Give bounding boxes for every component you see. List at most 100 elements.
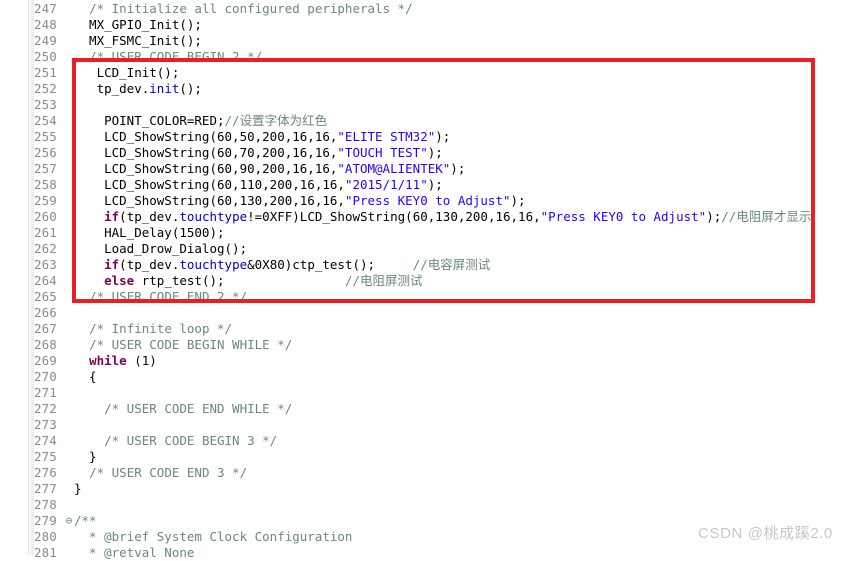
code-line-text: /* USER CODE END WHILE */ <box>74 401 292 417</box>
code-line[interactable]: 269 while (1) <box>0 353 847 369</box>
code-line[interactable]: 281 * @retval None <box>0 545 847 561</box>
code-line[interactable]: 275 } <box>0 449 847 465</box>
code-line-text: /* Initialize all configured peripherals… <box>74 1 413 17</box>
code-line-text: POINT_COLOR=RED;//设置字体为红色 <box>74 113 327 129</box>
line-number: 262 <box>34 241 57 256</box>
line-number: 261 <box>34 225 57 240</box>
code-token-cmt: /* USER CODE END 2 */ <box>89 289 248 304</box>
code-line[interactable]: 277} <box>0 481 847 497</box>
code-token-pln <box>74 401 104 416</box>
code-line-text: * @retval None <box>74 545 194 561</box>
code-token-pln: tp_dev. <box>74 81 150 96</box>
code-line[interactable]: 261 HAL_Delay(1500); <box>0 225 847 241</box>
code-line-text: else rtp_test(); //电阻屏测试 <box>74 273 422 289</box>
code-line[interactable]: 264 else rtp_test(); //电阻屏测试 <box>0 273 847 289</box>
code-token-fld: touchtype <box>179 257 248 272</box>
code-token-cmt: /* USER CODE BEGIN 3 */ <box>104 433 278 448</box>
code-token-pln <box>74 49 89 64</box>
code-line[interactable]: 249 MX_FSMC_Init(); <box>0 33 847 49</box>
code-token-pln <box>74 337 89 352</box>
line-number: 251 <box>34 65 57 80</box>
code-token-cmt: /* USER CODE BEGIN 2 */ <box>89 49 263 64</box>
code-line[interactable]: 257 LCD_ShowString(60,90,200,16,16,"ATOM… <box>0 161 847 177</box>
line-number: 270 <box>34 369 57 384</box>
line-number: 274 <box>34 433 57 448</box>
code-line-text: { <box>74 369 97 385</box>
code-line[interactable]: 258 LCD_ShowString(60,110,200,16,16,"201… <box>0 177 847 193</box>
code-token-pln: LCD_ShowString(60,90,200,16,16, <box>74 161 338 176</box>
code-token-str: "ATOM@ALIENTEK" <box>337 161 451 176</box>
code-line[interactable]: 253 <box>0 97 847 113</box>
code-token-kw: else <box>104 273 135 288</box>
code-line[interactable]: 259 LCD_ShowString(60,130,200,16,16,"Pre… <box>0 193 847 209</box>
code-line[interactable]: 250 /* USER CODE BEGIN 2 */ <box>0 49 847 65</box>
code-line[interactable]: 278 <box>0 497 847 513</box>
code-line[interactable]: 272 /* USER CODE END WHILE */ <box>0 401 847 417</box>
code-line-text: * @brief System Clock Configuration <box>74 529 352 545</box>
line-number: 250 <box>34 49 57 64</box>
code-line-text: MX_GPIO_Init(); <box>74 17 202 33</box>
code-token-pln <box>74 289 89 304</box>
code-line[interactable]: 248 MX_GPIO_Init(); <box>0 17 847 33</box>
line-number: 254 <box>34 113 57 128</box>
line-number: 273 <box>34 417 57 432</box>
code-token-pln: LCD_ShowString(60,130,200,16,16, <box>74 193 345 208</box>
code-line[interactable]: 265 /* USER CODE END 2 */ <box>0 289 847 305</box>
code-line[interactable]: 268 /* USER CODE BEGIN WHILE */ <box>0 337 847 353</box>
code-token-pln: MX_FSMC_Init(); <box>74 33 202 48</box>
code-editor[interactable]: 247 /* Initialize all configured periphe… <box>0 0 847 560</box>
line-number: 271 <box>34 385 57 400</box>
code-token-pln: (tp_dev. <box>119 209 180 224</box>
line-number: 257 <box>34 161 57 176</box>
code-line[interactable]: 260 if(tp_dev.touchtype!=0XFF)LCD_ShowSt… <box>0 209 847 225</box>
code-token-pln <box>74 257 104 272</box>
code-line-text: HAL_Delay(1500); <box>74 225 224 241</box>
line-number: 272 <box>34 401 57 416</box>
code-token-pln: ); <box>706 209 722 224</box>
code-line-text: } <box>74 449 97 465</box>
code-token-pln: ); <box>450 161 466 176</box>
code-line-text: MX_FSMC_Init(); <box>74 33 202 49</box>
code-line[interactable]: 247 /* Initialize all configured periphe… <box>0 1 847 17</box>
code-token-cmt: /** <box>74 513 97 528</box>
line-number: 279 <box>34 513 57 528</box>
line-number: 253 <box>34 97 57 112</box>
code-token-pln <box>74 1 89 16</box>
code-line[interactable]: 254 POINT_COLOR=RED;//设置字体为红色 <box>0 113 847 129</box>
code-line[interactable]: 276 /* USER CODE END 3 */ <box>0 465 847 481</box>
code-line[interactable]: 262 Load_Drow_Dialog(); <box>0 241 847 257</box>
code-line[interactable]: 266 <box>0 305 847 321</box>
line-number: 269 <box>34 353 57 368</box>
code-token-pln <box>74 353 89 368</box>
code-line[interactable]: 255 LCD_ShowString(60,50,200,16,16,"ELIT… <box>0 129 847 145</box>
code-line[interactable]: 271 <box>0 385 847 401</box>
code-line-text: if(tp_dev.touchtype&0X80)ctp_test(); //电… <box>74 257 490 273</box>
code-fold-toggle-icon[interactable]: ⊖ <box>64 513 74 529</box>
code-token-pln: ); <box>510 193 526 208</box>
code-line[interactable]: 273 <box>0 417 847 433</box>
code-token-cmt: //设置字体为红色 <box>224 113 328 128</box>
code-line-text: /* USER CODE BEGIN WHILE */ <box>74 337 292 353</box>
code-token-cmt: //电阻屏才显示 <box>721 209 812 224</box>
code-token-pln: } <box>74 481 82 496</box>
code-line[interactable]: 270 { <box>0 369 847 385</box>
code-line[interactable]: 263 if(tp_dev.touchtype&0X80)ctp_test();… <box>0 257 847 273</box>
code-token-pln: } <box>74 449 97 464</box>
code-token-pln: MX_GPIO_Init(); <box>74 17 202 32</box>
line-number: 258 <box>34 177 57 192</box>
code-line-text: tp_dev.init(); <box>74 81 202 97</box>
code-line-text: /* USER CODE BEGIN 2 */ <box>74 49 262 65</box>
code-line[interactable]: 251 LCD_Init(); <box>0 65 847 81</box>
code-line[interactable]: 267 /* Infinite loop */ <box>0 321 847 337</box>
code-token-fld: touchtype <box>179 209 248 224</box>
line-number: 259 <box>34 193 57 208</box>
code-token-pln <box>74 209 104 224</box>
code-token-pln: &0X80)ctp_test(); <box>247 257 413 272</box>
code-line[interactable]: 256 LCD_ShowString(60,70,200,16,16,"TOUC… <box>0 145 847 161</box>
code-token-cmt: //电容屏测试 <box>412 257 491 272</box>
code-token-cmt: /* USER CODE BEGIN WHILE */ <box>89 337 293 352</box>
code-line-text: /* Infinite loop */ <box>74 321 232 337</box>
code-line[interactable]: 274 /* USER CODE BEGIN 3 */ <box>0 433 847 449</box>
code-line[interactable]: 252 tp_dev.init(); <box>0 81 847 97</box>
code-token-str: "Press KEY0 to Adjust" <box>540 209 707 224</box>
